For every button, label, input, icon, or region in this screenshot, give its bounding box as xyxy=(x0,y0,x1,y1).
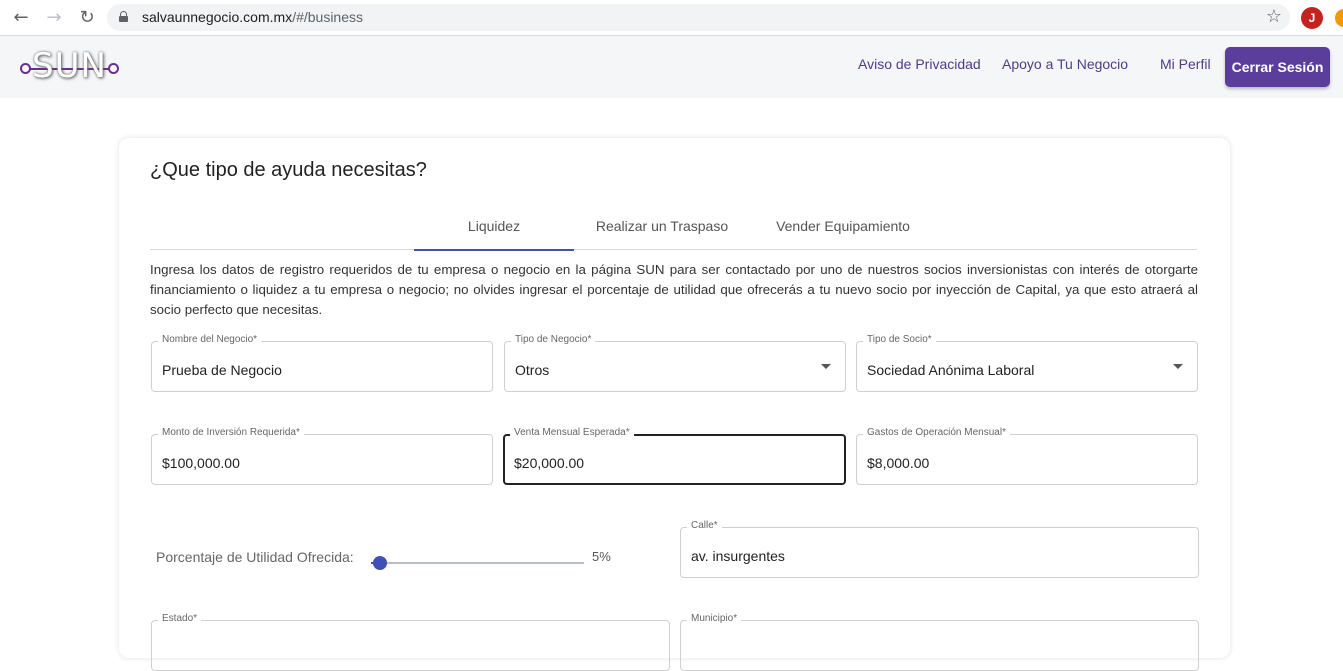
bookmark-star-icon[interactable]: ☆ xyxy=(1266,6,1282,27)
back-arrow-icon[interactable]: ← xyxy=(10,7,32,29)
reload-icon[interactable]: ↻ xyxy=(76,7,98,29)
url-path: /#/business xyxy=(292,9,364,25)
extension-icon[interactable] xyxy=(1335,9,1343,27)
profit-slider-thumb[interactable] xyxy=(373,556,387,570)
business-name-field[interactable]: Nombre del Negocio* Prueba de Negocio xyxy=(151,334,493,392)
field-label: Calle* xyxy=(687,520,722,531)
investment-amount-field[interactable]: Monto de Inversión Requerida* $100,000.0… xyxy=(151,427,493,485)
url-text: salvaunnegocio.com.mx/#/business xyxy=(142,9,363,25)
field-value: $20,000.00 xyxy=(514,455,585,471)
dropdown-arrow-icon xyxy=(821,364,831,369)
app-header: SUN Aviso de Privacidad Apoyo a Tu Negoc… xyxy=(0,36,1343,98)
nav-support-link[interactable]: Apoyo a Tu Negocio xyxy=(1002,56,1128,72)
address-bar[interactable]: salvaunnegocio.com.mx/#/business ☆ xyxy=(107,4,1290,31)
tab-liquidez[interactable]: Liquidez xyxy=(414,218,574,251)
page-title: ¿Que tipo de ayuda necesitas? xyxy=(150,159,427,181)
dropdown-arrow-icon xyxy=(1173,364,1183,369)
field-value: av. insurgentes xyxy=(691,548,785,564)
municipality-select[interactable]: Municipio* xyxy=(680,613,1199,671)
field-label: Municipio* xyxy=(687,613,742,624)
url-host: salvaunnegocio.com.mx xyxy=(142,9,293,25)
logout-button[interactable]: Cerrar Sesión xyxy=(1225,47,1330,87)
partner-type-select[interactable]: Tipo de Socio* Sociedad Anónima Laboral xyxy=(856,334,1198,392)
field-label: Estado* xyxy=(158,613,202,624)
field-label: Gastos de Operación Mensual* xyxy=(863,427,1010,438)
nav-privacy-link[interactable]: Aviso de Privacidad xyxy=(858,56,981,72)
nav-profile-link[interactable]: Mi Perfil xyxy=(1160,56,1211,72)
state-select[interactable]: Estado* xyxy=(151,613,670,671)
field-value: Otros xyxy=(515,362,550,378)
profit-slider-label: Porcentaje de Utilidad Ofrecida: xyxy=(156,549,354,565)
field-label: Monto de Inversión Requerida* xyxy=(158,427,304,438)
profile-avatar[interactable]: J xyxy=(1301,7,1323,29)
profit-slider-track[interactable] xyxy=(371,562,584,564)
profit-slider-value: 5% xyxy=(592,549,611,564)
business-type-select[interactable]: Tipo de Negocio* Otros xyxy=(504,334,846,392)
field-value: $8,000.00 xyxy=(867,455,930,471)
monthly-expenses-field[interactable]: Gastos de Operación Mensual* $8,000.00 xyxy=(856,427,1198,485)
tab-traspaso[interactable]: Realizar un Traspaso xyxy=(588,218,736,251)
help-type-tabs: Liquidez Realizar un Traspaso Vender Equ… xyxy=(150,212,1197,251)
forward-arrow-icon[interactable]: → xyxy=(43,7,65,29)
browser-toolbar: ← → ↻ salvaunnegocio.com.mx/#/business ☆… xyxy=(0,0,1343,36)
street-field[interactable]: Calle* av. insurgentes xyxy=(680,520,1199,578)
field-label: Venta Mensual Esperada* xyxy=(510,427,634,438)
form-description: Ingresa los datos de registro requeridos… xyxy=(150,262,1198,317)
help-form-card: ¿Que tipo de ayuda necesitas? Liquidez R… xyxy=(119,138,1230,671)
field-label: Tipo de Negocio* xyxy=(511,334,596,345)
lock-icon xyxy=(119,11,128,22)
field-label: Tipo de Socio* xyxy=(863,334,936,345)
field-value: Prueba de Negocio xyxy=(162,362,282,378)
field-value: $100,000.00 xyxy=(162,455,240,471)
logo-text: SUN xyxy=(32,46,107,86)
monthly-sales-field[interactable]: Venta Mensual Esperada* $20,000.00 xyxy=(503,427,846,485)
field-value: Sociedad Anónima Laboral xyxy=(867,362,1035,378)
tab-vender-equipamiento[interactable]: Vender Equipamiento xyxy=(768,218,918,251)
field-label: Nombre del Negocio* xyxy=(158,334,262,345)
sun-logo[interactable]: SUN xyxy=(20,44,120,88)
